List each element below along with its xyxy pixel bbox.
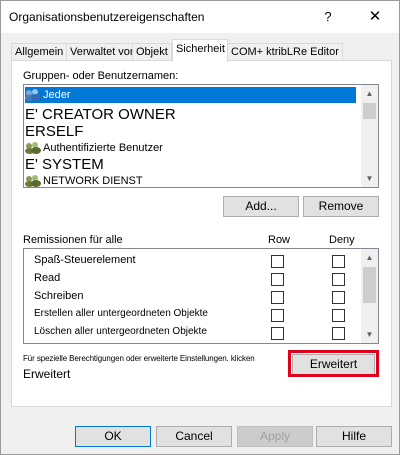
deny-checkbox[interactable] — [332, 273, 345, 286]
allow-column-header: Row — [268, 234, 291, 246]
permission-name: Spaß-Steuerelement — [34, 254, 136, 266]
allow-checkbox[interactable] — [271, 327, 284, 340]
permission-row: Read — [24, 270, 364, 288]
deny-checkbox[interactable] — [332, 309, 345, 322]
allow-checkbox[interactable] — [271, 309, 284, 322]
tab-strip: Allgemein Verwaltet von Objekt Sicherhei… — [1, 39, 400, 62]
permission-row: Löschen aller untergeordneten Objekte — [24, 324, 364, 342]
highlight-frame — [288, 350, 379, 377]
list-item-authenticated-users[interactable]: Authentifizierte Benutzer — [25, 140, 163, 156]
permission-name: Schreiben — [34, 290, 84, 302]
list-item-jeder[interactable]: Jeder — [25, 87, 356, 103]
groups-list[interactable]: Jeder E' CREATOR OWNER ERSELF Authentifi… — [23, 84, 379, 188]
deny-checkbox[interactable] — [332, 291, 345, 304]
permissions-label: Remissionen für alle — [23, 234, 123, 246]
advanced-hint-link: Erweitert — [23, 367, 71, 381]
cancel-button[interactable]: Cancel — [156, 426, 232, 447]
close-button[interactable]: ✕ — [359, 3, 391, 31]
scroll-down-arrow-icon[interactable]: ▼ — [361, 170, 378, 187]
properties-dialog: Organisationsbenutzereigenschaften ? ✕ A… — [0, 0, 400, 455]
ok-button[interactable]: OK — [75, 426, 151, 447]
list-item-system[interactable]: E' SYSTEM — [25, 156, 104, 173]
deny-checkbox[interactable] — [332, 255, 345, 268]
allow-checkbox[interactable] — [271, 291, 284, 304]
advanced-hint-text: Für spezielle Berechtigungen oder erweit… — [23, 354, 255, 363]
allow-checkbox[interactable] — [271, 255, 284, 268]
users-icon — [25, 175, 42, 187]
permissions-scrollbar[interactable]: ▲ ▼ — [361, 249, 378, 343]
help-title-button[interactable]: ? — [312, 3, 344, 31]
list-item-erself[interactable]: ERSELF — [25, 123, 83, 140]
allow-checkbox[interactable] — [271, 273, 284, 286]
permission-row: Spaß-Steuerelement — [24, 252, 364, 270]
scroll-up-arrow-icon[interactable]: ▲ — [361, 85, 378, 102]
list-item-network-service[interactable]: NETWORK DIENST — [25, 174, 143, 187]
users-icon — [25, 142, 42, 155]
deny-checkbox[interactable] — [332, 327, 345, 340]
scroll-up-arrow-icon[interactable]: ▲ — [361, 249, 378, 266]
permissions-list: Spaß-Steuerelement Read Schreiben Erstel… — [23, 248, 379, 344]
permission-row: Schreiben — [24, 288, 364, 306]
permission-row: Erstellen aller untergeordneten Objekte — [24, 306, 364, 324]
permission-name: Erstellen aller untergeordneten Objekte — [34, 308, 208, 319]
help-button[interactable]: Hilfe — [316, 426, 392, 447]
window-title: Organisationsbenutzereigenschaften — [9, 10, 205, 24]
groups-label: Gruppen- oder Benutzernamen: — [23, 70, 179, 82]
groups-scrollbar[interactable]: ▲ ▼ — [361, 85, 378, 187]
tab-sicherheit[interactable]: Sicherheit — [172, 39, 228, 62]
permission-name: Löschen aller untergeordneten Objekte — [34, 326, 207, 337]
apply-button[interactable]: Apply — [237, 426, 313, 447]
scroll-down-arrow-icon[interactable]: ▼ — [361, 326, 378, 343]
add-button[interactable]: Add... — [223, 196, 299, 217]
groups-scroll-thumb[interactable] — [363, 103, 376, 119]
permission-name: Read — [34, 272, 61, 284]
remove-button[interactable]: Remove — [303, 196, 379, 217]
title-bar: Organisationsbenutzereigenschaften ? ✕ — [1, 1, 399, 33]
deny-column-header: Deny — [329, 234, 355, 246]
users-icon — [25, 89, 42, 102]
permissions-scroll-thumb[interactable] — [363, 267, 376, 303]
list-item-creator-owner[interactable]: E' CREATOR OWNER — [25, 106, 176, 123]
